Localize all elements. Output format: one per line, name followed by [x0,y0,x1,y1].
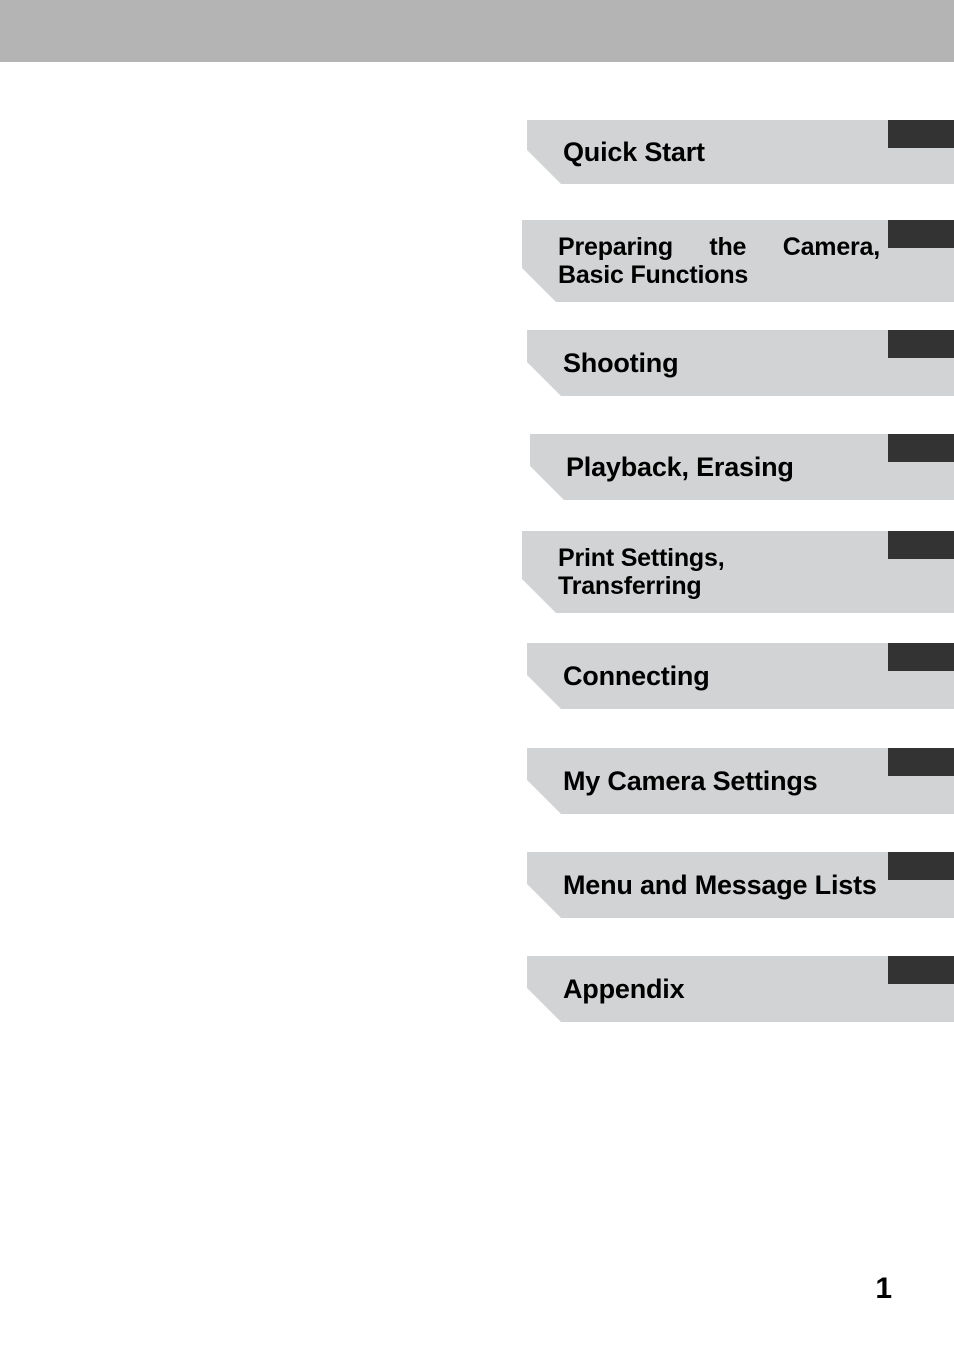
tab-body: Connecting [527,643,954,709]
chapter-tab-label-line: Menu and Message Lists [563,869,877,900]
tab-body: My Camera Settings [527,748,954,814]
thumb-index-marker [888,434,954,462]
chapter-tab-label-line: Transferring [558,572,702,600]
chapter-tab-label: Quick Start [563,137,880,167]
thumb-index-marker [888,330,954,358]
chapter-tab-menu-and-message-lists[interactable]: Menu and Message Lists [527,852,954,918]
chapter-tab-label-line: Shooting [563,347,679,378]
chapter-tab-label-line: Connecting [563,660,710,691]
thumb-index-marker [888,643,954,671]
tab-body: Menu and Message Lists [527,852,954,918]
chapter-tab-label-line: Playback, Erasing [566,451,794,482]
chapter-tab-label-line: Basic Functions [558,261,749,289]
tab-body: Shooting [527,330,954,396]
chapter-tab-label-line: Appendix [563,973,685,1004]
chapter-tab-label: Appendix [563,974,880,1004]
thumb-index-marker [888,852,954,880]
tab-body: Appendix [527,956,954,1022]
chapter-tab-label: Shooting [563,348,880,378]
tab-body: Playback, Erasing [530,434,954,500]
chapter-tab-label-line: My Camera Settings [563,765,818,796]
thumb-index-marker [888,120,954,148]
chapter-tab-quick-start[interactable]: Quick Start [527,120,954,184]
tab-body: Print Settings, Transferring [522,531,954,613]
chapter-tab-my-camera-settings[interactable]: My Camera Settings [527,748,954,814]
tab-body: Quick Start [527,120,954,184]
chapter-tab-preparing-the-camera-basic-functions[interactable]: Preparing the Camera, Basic Functions [522,220,954,302]
chapter-tab-label-line: Preparing the Camera, [558,233,880,261]
chapter-tab-shooting[interactable]: Shooting [527,330,954,396]
chapter-tab-label-line: Print Settings, [558,544,725,572]
thumb-index-marker [888,956,954,984]
chapter-tab-label: Print Settings, Transferring [558,544,880,600]
chapter-tab-playback-erasing[interactable]: Playback, Erasing [530,434,954,500]
chapter-tab-label: Playback, Erasing [566,452,880,482]
thumb-index-marker [888,748,954,776]
chapter-tab-appendix[interactable]: Appendix [527,956,954,1022]
chapter-tab-connecting[interactable]: Connecting [527,643,954,709]
chapter-tab-label: Preparing the Camera, Basic Functions [558,233,880,289]
chapter-tab-label: Connecting [563,661,880,691]
tab-body: Preparing the Camera, Basic Functions [522,220,954,302]
thumb-index-marker [888,220,954,248]
chapter-tab-list: Quick Start Preparing the Camera, Basic Fu… [0,0,954,1345]
chapter-tab-print-settings-transferring[interactable]: Print Settings, Transferring [522,531,954,613]
page-number: 1 [875,1272,892,1305]
thumb-index-marker [888,531,954,559]
chapter-tab-label: Menu and Message Lists [563,870,880,900]
chapter-tab-label: My Camera Settings [563,766,880,796]
chapter-tab-label-line: Quick Start [563,136,705,167]
